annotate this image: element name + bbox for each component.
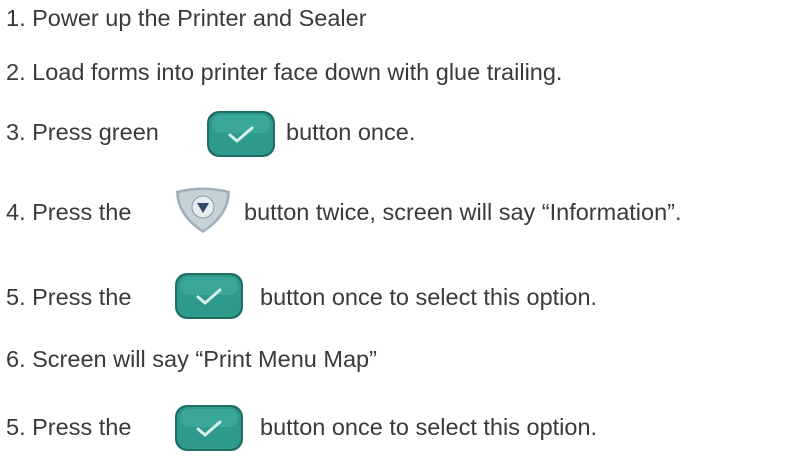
step-6: 6. Screen will say “Print Menu Map” <box>6 344 377 374</box>
check-button-icon <box>206 110 276 158</box>
step-2-text: 2. Load forms into printer face down wit… <box>6 59 563 85</box>
down-arrow-button-icon <box>172 186 234 236</box>
step-2: 2. Load forms into printer face down wit… <box>6 57 562 87</box>
step-5-pre: 5. Press the <box>6 284 132 310</box>
step-6-text: 6. Screen will say “Print Menu Map” <box>6 346 377 372</box>
step-7-pre: 5. Press the <box>6 414 132 440</box>
check-button-icon <box>174 272 244 320</box>
step-4-pre: 4. Press the <box>6 199 132 225</box>
step-5-post: button once to select this option. <box>260 284 598 310</box>
step-3-post: button once. <box>286 119 416 145</box>
step-7-post: button once to select this option. <box>260 414 598 440</box>
step-3-pre: 3. Press green <box>6 119 159 145</box>
check-button-icon <box>174 404 244 452</box>
step-1: 1. Power up the Printer and Sealer <box>6 3 367 33</box>
step-4-post: button twice, screen will say “Informati… <box>244 199 682 225</box>
step-1-text: 1. Power up the Printer and Sealer <box>6 5 367 31</box>
